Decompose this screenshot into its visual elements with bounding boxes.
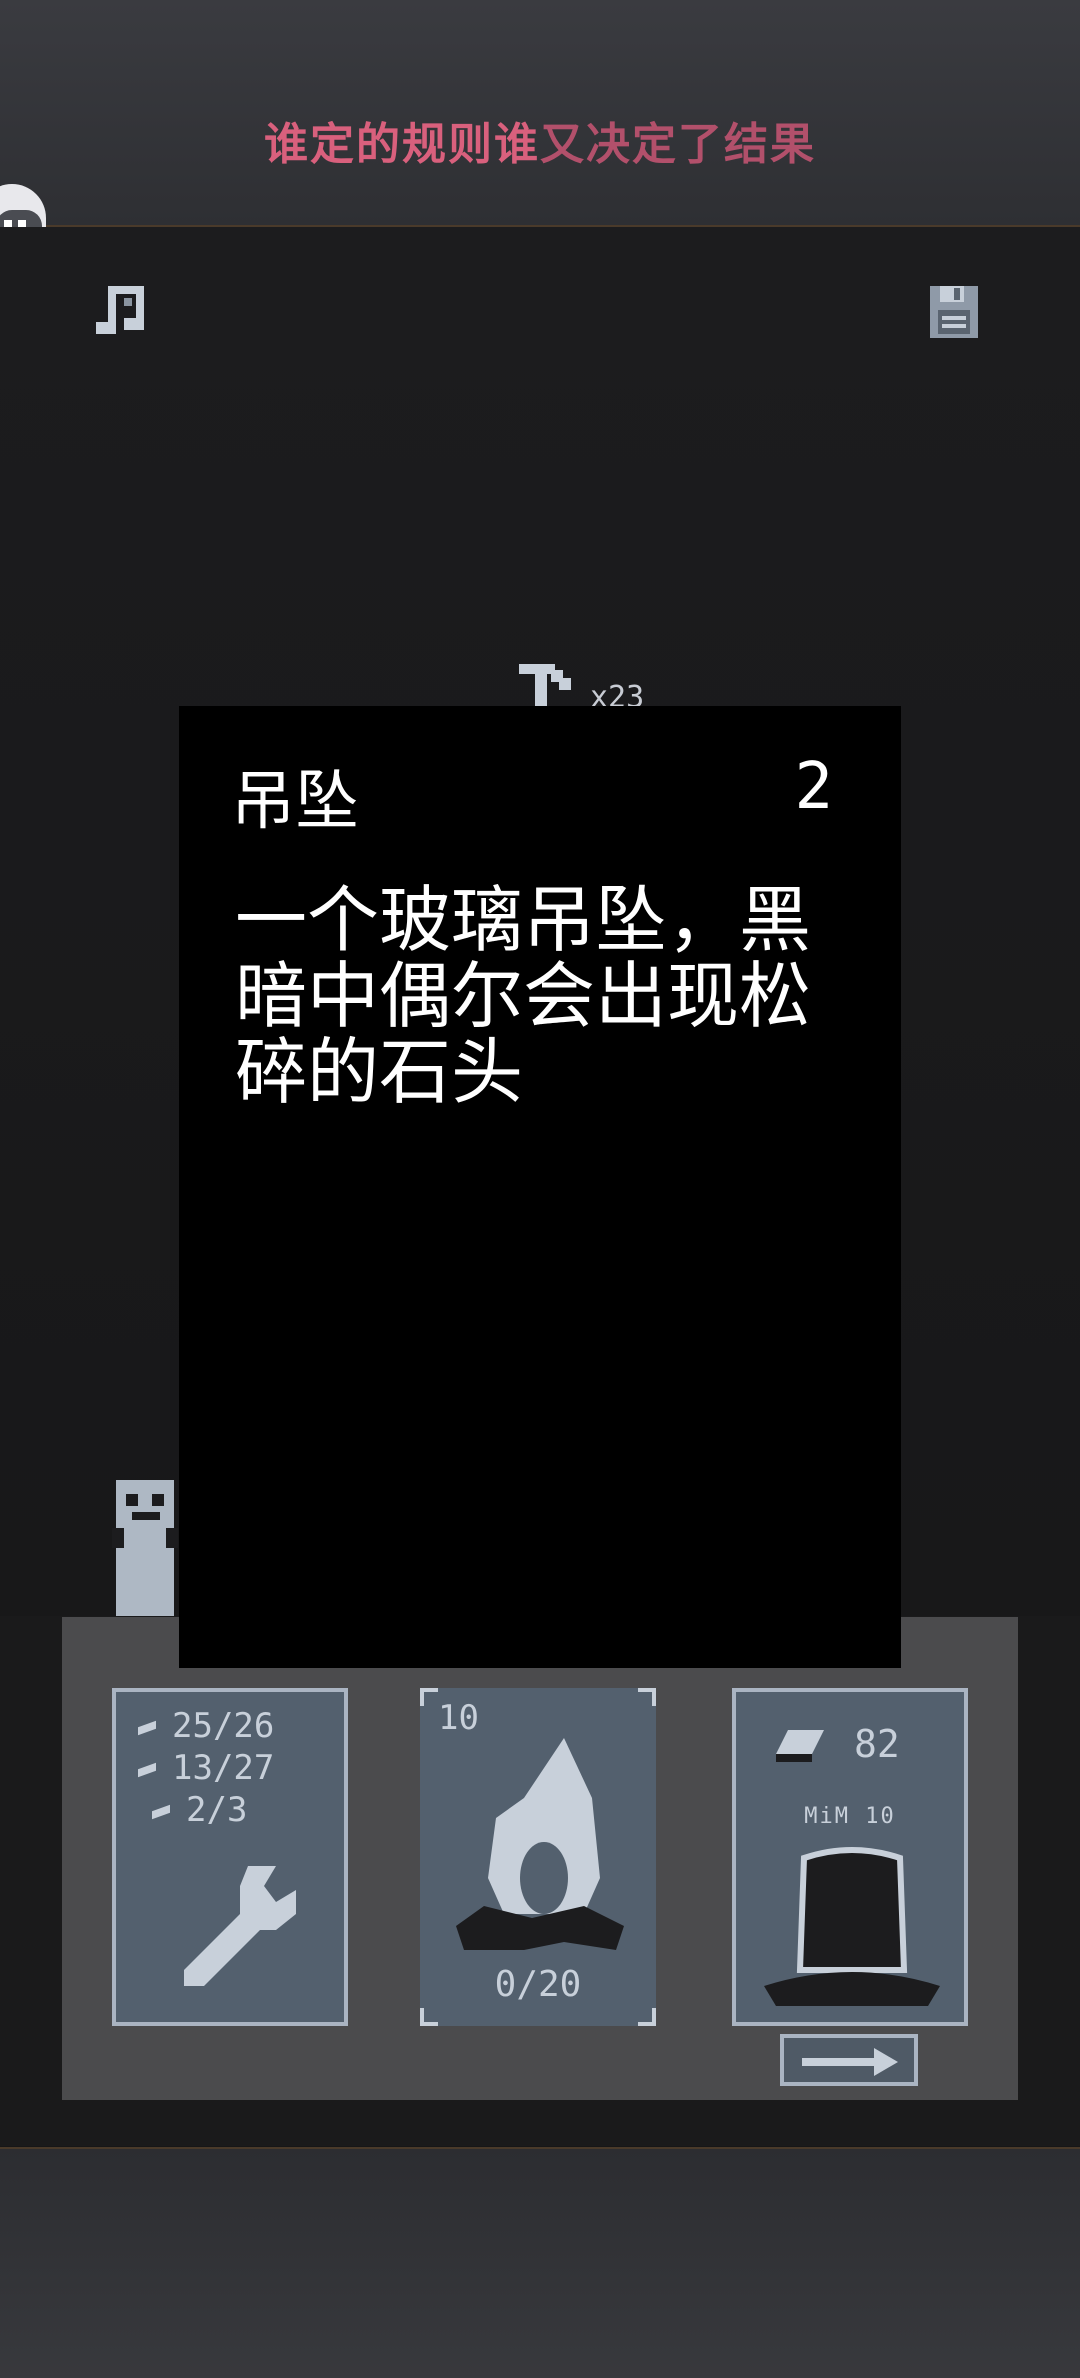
shop-card[interactable]: 82 MiM 10: [732, 1688, 968, 2026]
item-info-popup[interactable]: 吊坠 2 一个玻璃吊坠，黑暗中偶尔会出现松碎的石头: [179, 706, 901, 1668]
banner-text-dim: 又决定了结果: [540, 119, 816, 170]
ingot-count: 82: [854, 1722, 900, 1766]
wood-stat: 13/27: [138, 1748, 274, 1788]
item-title: 吊坠: [231, 765, 359, 839]
fire-fuel: 0/20: [494, 1964, 582, 2005]
arrow-right-icon: [802, 2048, 898, 2076]
music-note-icon[interactable]: [88, 278, 152, 342]
pickaxe-icon: [519, 664, 571, 708]
stone-icon: [138, 1720, 156, 1735]
campfire-card[interactable]: 10 0/20: [420, 1688, 656, 2026]
item-count: 2: [794, 750, 833, 824]
gem-icon: [152, 1804, 170, 1819]
hat-icon: [764, 1847, 940, 2006]
resources-card[interactable]: 25/26 13/27 2/3: [112, 1688, 348, 2026]
banner-text-bright: 谁定的规则谁: [264, 119, 540, 170]
wrench-icon: [184, 1866, 296, 1986]
stone-statue-sprite: [112, 1480, 178, 1620]
floppy-disk-icon[interactable]: [922, 278, 986, 342]
gem-stat: 2/3: [152, 1790, 247, 1830]
ingot-icon: [776, 1730, 824, 1762]
next-arrow-button[interactable]: [780, 2034, 918, 2086]
marquee-banner: 谁定的规则谁又决定了结果: [0, 108, 1080, 172]
bottom-bar: [0, 2147, 1080, 2378]
campfire-icon: [456, 1738, 624, 1950]
item-description: 一个玻璃吊坠，黑暗中偶尔会出现松碎的石头: [235, 878, 812, 1114]
wood-icon: [138, 1762, 156, 1777]
top-bar: 谁定的规则谁又决定了结果: [0, 0, 1080, 227]
shop-tag: MiM 10: [804, 1804, 896, 1829]
stone-stat: 25/26: [138, 1706, 274, 1746]
